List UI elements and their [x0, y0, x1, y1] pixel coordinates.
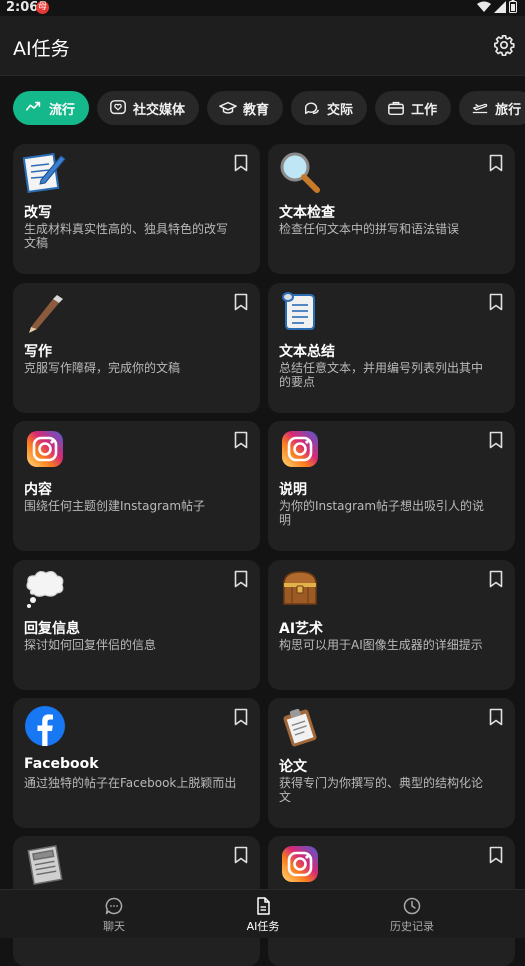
chip-label: 交际 — [327, 102, 354, 118]
category-chips: 流行 社交媒体 教育 交际 工作 旅行 — [0, 91, 525, 125]
notification-badge-icon: 母 — [36, 1, 49, 14]
task-title: AI艺术 — [279, 621, 324, 637]
chip-label: 旅行 — [495, 102, 522, 118]
chip-label: 流行 — [49, 102, 76, 118]
task-title: 说明 — [279, 482, 307, 498]
task-card-text-check[interactable]: 文本检查 检查任何文本中的拼写和语法错误 — [268, 144, 515, 274]
task-title: 写作 — [24, 344, 52, 360]
bookmark-icon[interactable] — [489, 431, 503, 449]
task-card-content[interactable]: 内容 围绕任何主题创建Instagram帖子 — [13, 421, 260, 551]
task-card-summary[interactable]: 文本总结 总结任意文本，并用编号列表列出其中的要点 — [268, 283, 515, 413]
pen-icon — [29, 295, 63, 333]
task-title: 论文 — [279, 759, 307, 775]
bottom-navigation: 聊天 AI任务 历史记录 — [0, 889, 525, 938]
task-title: 文本检查 — [279, 205, 335, 221]
clipboard-icon — [283, 708, 317, 747]
task-title: 改写 — [24, 205, 52, 221]
document-icon — [257, 897, 270, 915]
magnifier-icon — [280, 152, 320, 193]
status-icons — [477, 0, 517, 13]
task-description: 检查任何文本中的拼写和语法错误 — [279, 222, 460, 236]
task-description: 围绕任何主题创建Instagram帖子 — [24, 499, 206, 513]
task-description: 通过独特的帖子在Facebook上脱颖而出 — [24, 776, 237, 790]
wifi-icon — [477, 1, 491, 12]
bookmark-icon[interactable] — [234, 293, 248, 311]
facebook-icon — [25, 706, 65, 746]
task-title: 内容 — [24, 482, 52, 498]
task-description: 获得专门为你撰写的、典型的结构化论文 — [279, 776, 484, 804]
task-description: 生成材料真实性高的、独具特色的改写文稿 — [24, 222, 229, 250]
treasure-chest-icon — [283, 571, 317, 605]
newspaper-icon — [27, 844, 63, 886]
task-description: 构思可以用于AI图像生成器的详细提示 — [279, 638, 483, 652]
chip-label: 教育 — [243, 102, 270, 118]
status-time: 2:06 — [6, 0, 39, 15]
clock-icon — [403, 897, 421, 915]
bookmark-icon[interactable] — [234, 708, 248, 726]
app-bar: AI任务 — [0, 16, 525, 76]
chip-work[interactable]: 工作 — [375, 91, 452, 125]
briefcase-icon — [388, 101, 404, 116]
chat-bubbles-icon — [305, 102, 320, 115]
task-card-essay[interactable]: 论文 获得专门为你撰写的、典型的结构化论文 — [268, 698, 515, 828]
notepad-pen-icon — [23, 152, 66, 194]
chip-label: 社交媒体 — [133, 102, 186, 118]
bookmark-icon[interactable] — [234, 570, 248, 588]
bookmark-icon[interactable] — [234, 431, 248, 449]
nav-label: 历史记录 — [390, 920, 434, 933]
chip-label: 工作 — [411, 102, 438, 118]
task-card-rewrite[interactable]: 改写 生成材料真实性高的、独具特色的改写文稿 — [13, 144, 260, 274]
task-card-ai-art[interactable]: AI艺术 构思可以用于AI图像生成器的详细提示 — [268, 560, 515, 690]
bookmark-icon[interactable] — [489, 154, 503, 172]
instagram-icon — [27, 431, 63, 467]
bookmark-icon[interactable] — [234, 846, 248, 864]
task-card-writing[interactable]: 写作 克服写作障碍，完成你的文稿 — [13, 283, 260, 413]
battery-icon — [509, 0, 517, 13]
bookmark-icon[interactable] — [489, 846, 503, 864]
task-description: 探讨如何回复伴侣的信息 — [24, 638, 157, 652]
nav-ai-tasks[interactable]: AI任务 — [208, 896, 318, 934]
task-card-reply-message[interactable]: 回复信息 探讨如何回复伴侣的信息 — [13, 560, 260, 690]
nav-label: 聊天 — [103, 920, 125, 933]
instagram-icon — [282, 846, 318, 882]
page-title: AI任务 — [13, 38, 70, 60]
bookmark-icon[interactable] — [489, 293, 503, 311]
instagram-icon — [282, 431, 318, 467]
bookmark-icon[interactable] — [489, 570, 503, 588]
chip-trending[interactable]: 流行 — [13, 91, 90, 125]
bookmark-icon[interactable] — [234, 154, 248, 172]
plane-icon — [472, 103, 488, 114]
task-title: 文本总结 — [279, 344, 335, 360]
nav-label: AI任务 — [246, 920, 280, 933]
status-bar: 2:06 母 — [0, 0, 525, 16]
task-card-facebook[interactable]: Facebook 通过独特的帖子在Facebook上脱颖而出 — [13, 698, 260, 828]
chip-education[interactable]: 教育 — [207, 91, 284, 125]
task-title: Facebook — [24, 756, 99, 772]
task-title: 回复信息 — [24, 621, 80, 637]
scroll-icon — [282, 292, 315, 330]
task-card-caption[interactable]: 说明 为你的Instagram帖子想出吸引人的说明 — [268, 421, 515, 551]
task-description: 为你的Instagram帖子想出吸引人的说明 — [279, 499, 485, 527]
graduation-cap-icon — [219, 101, 237, 114]
gear-icon[interactable] — [493, 34, 515, 56]
nav-history[interactable]: 历史记录 — [357, 896, 467, 934]
heart-chat-icon — [110, 100, 126, 115]
trending-icon — [25, 101, 41, 111]
task-description: 克服写作障碍，完成你的文稿 — [24, 361, 181, 375]
task-description: 总结任意文本，并用编号列表列出其中的要点 — [279, 361, 484, 389]
thought-bubble-icon — [26, 570, 64, 608]
nav-chat[interactable]: 聊天 — [59, 896, 169, 934]
chip-social-media[interactable]: 社交媒体 — [97, 91, 200, 125]
signal-icon — [494, 0, 506, 13]
chat-icon — [105, 897, 123, 915]
bookmark-icon[interactable] — [489, 708, 503, 726]
chip-travel[interactable]: 旅行 — [459, 91, 525, 125]
chip-communication[interactable]: 交际 — [291, 91, 368, 125]
